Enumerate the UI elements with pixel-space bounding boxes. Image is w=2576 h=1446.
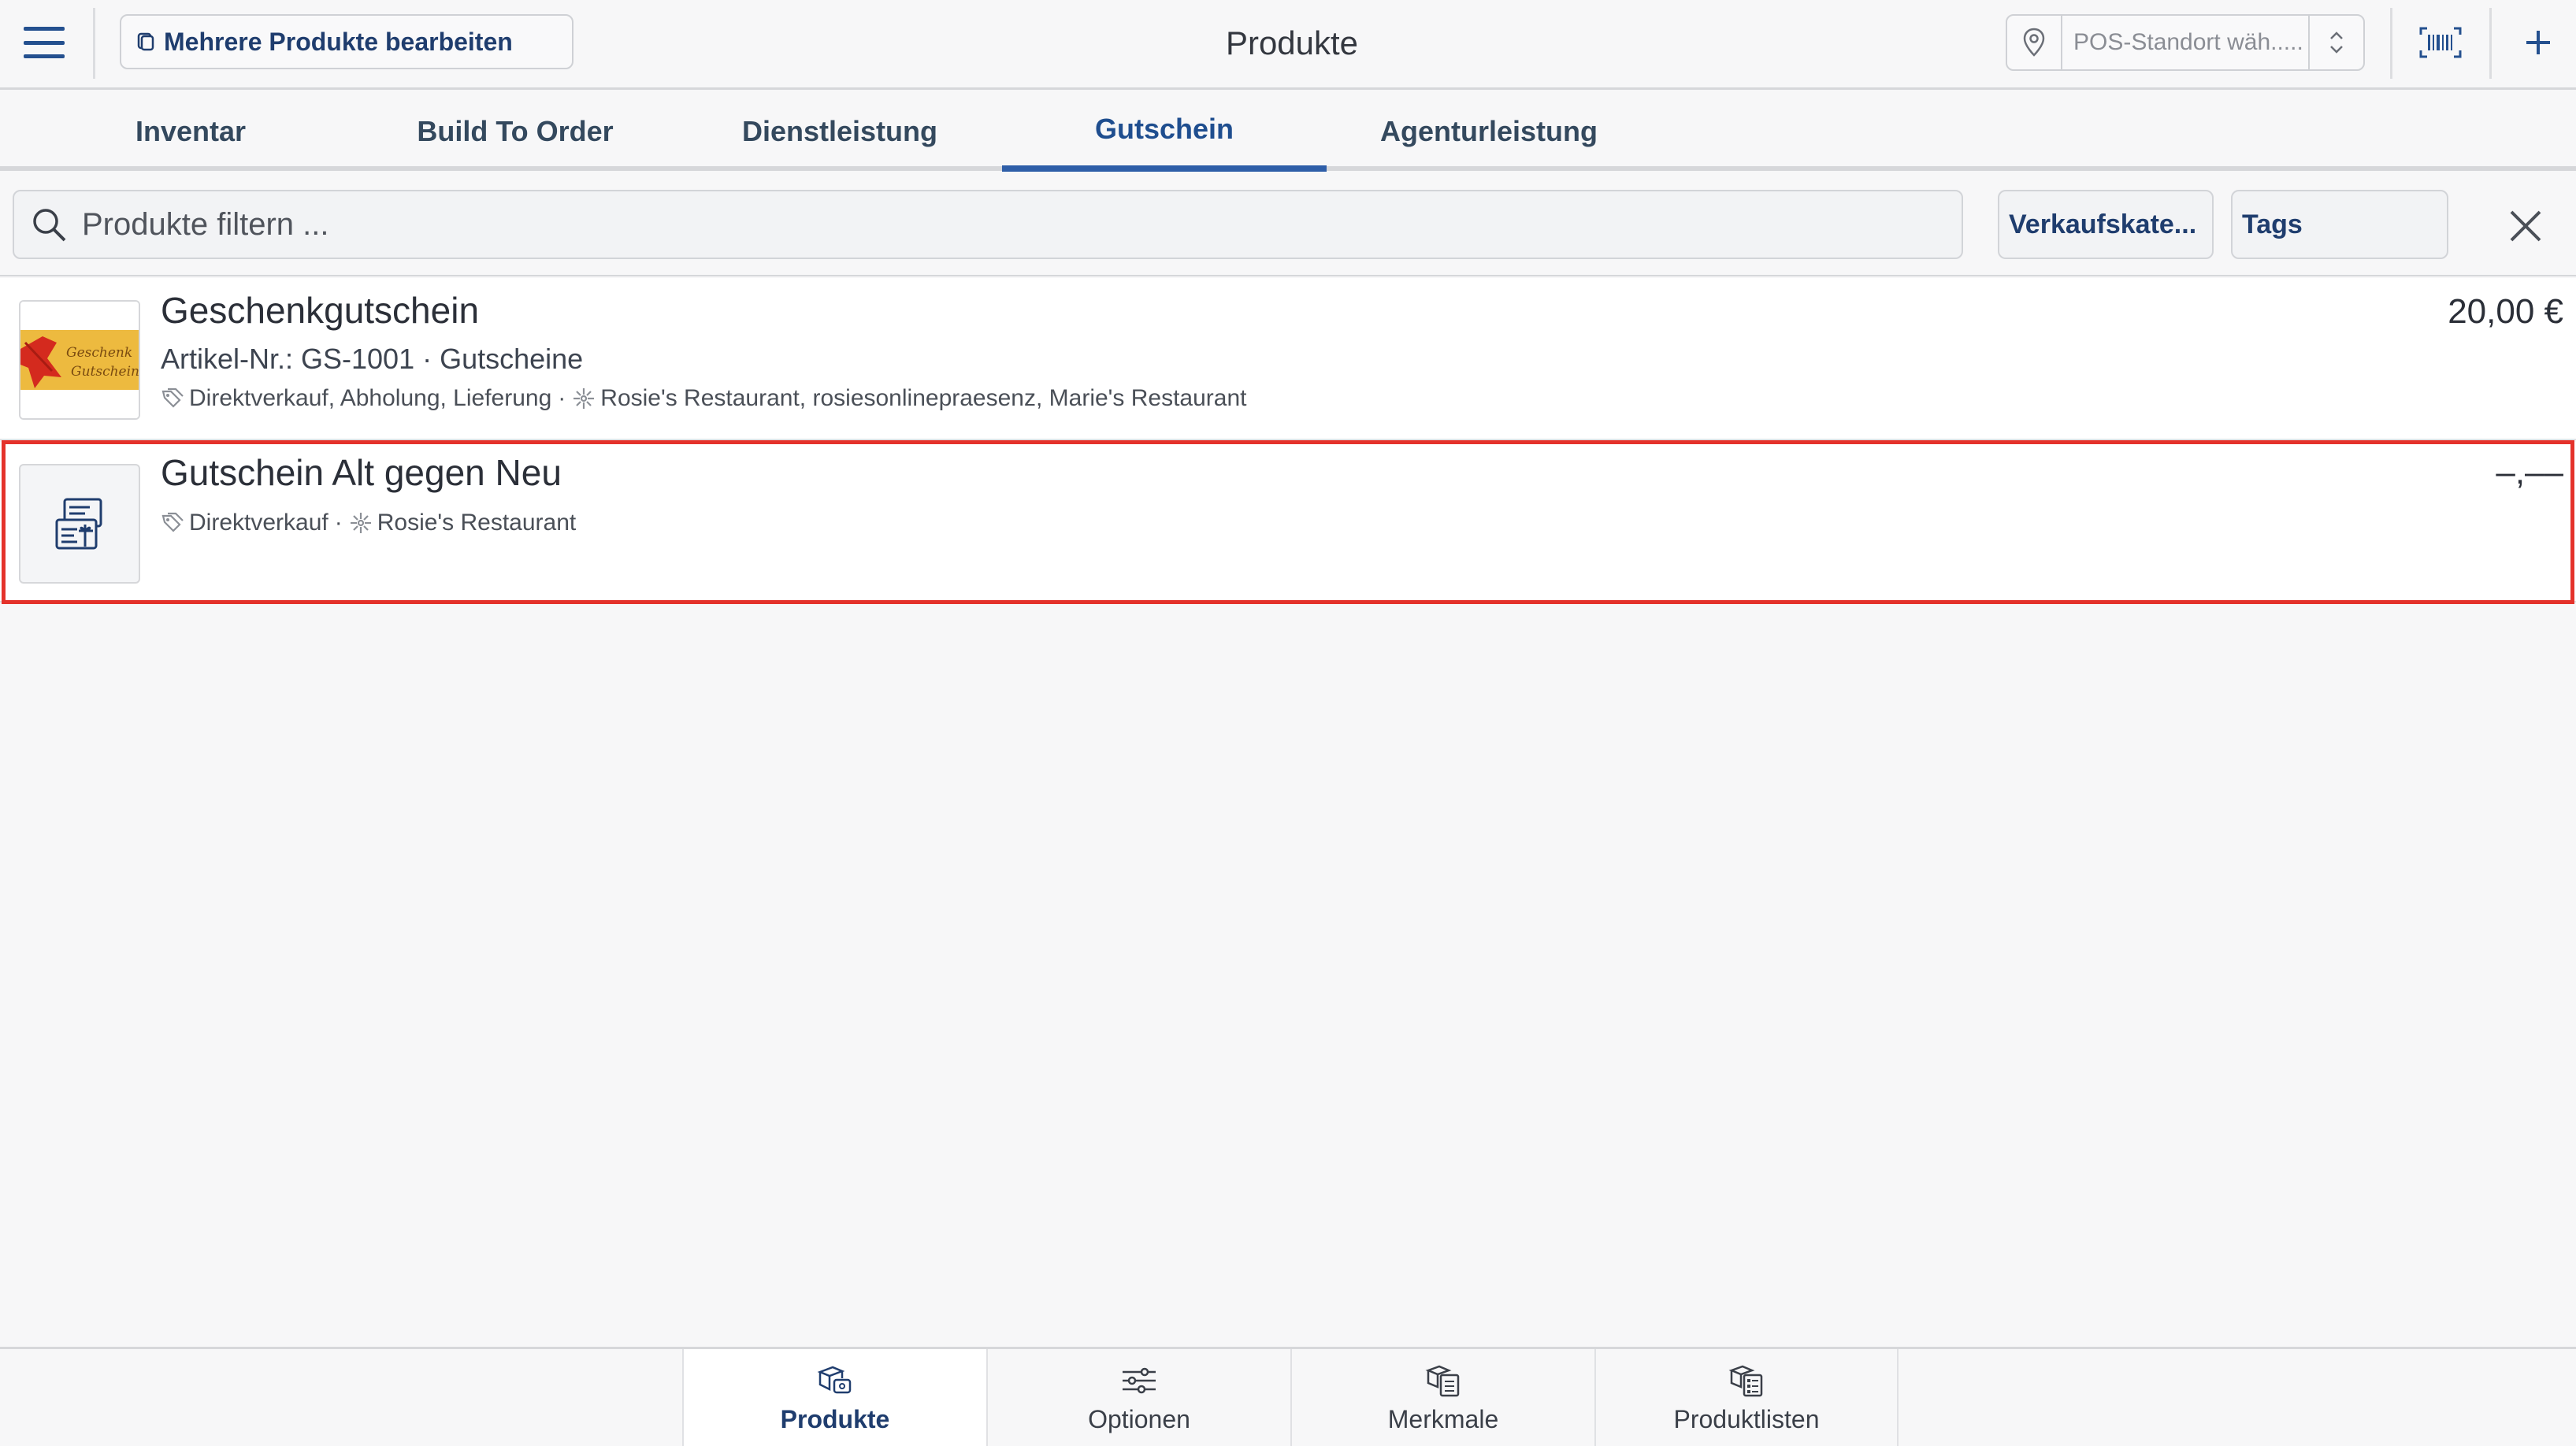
nav-label: Produktlisten <box>1673 1404 1820 1433</box>
features-icon <box>1425 1365 1460 1396</box>
tab-agenturleistung[interactable]: Agenturleistung <box>1327 92 1651 171</box>
chevron-up-down-icon <box>2308 16 2363 69</box>
header-divider <box>93 8 95 79</box>
location-network-icon <box>573 388 595 409</box>
list-item[interactable]: Gutschein Alt gegen Neu Direktverkauf · … <box>0 442 2576 602</box>
bulk-edit-button[interactable]: Mehrere Produkte bearbeiten <box>120 14 573 69</box>
tab-gutschein[interactable]: Gutschein <box>1002 92 1327 172</box>
location-network-icon <box>350 513 371 533</box>
tab-inventar[interactable]: Inventar <box>28 92 353 171</box>
sales-category-filter[interactable]: Verkaufskate... <box>1998 190 2214 259</box>
close-icon[interactable] <box>2505 206 2546 247</box>
product-thumbnail <box>19 464 140 584</box>
tab-build-to-order[interactable]: Build To Order <box>353 92 677 171</box>
search-box <box>13 190 1963 259</box>
pos-location-placeholder: POS-Standort wäh..... <box>2073 29 2303 55</box>
product-subtitle: Artikel-Nr.: GS-1001 · Gutscheine <box>161 343 584 375</box>
stack-icon <box>137 32 154 51</box>
product-price: 20,00 € <box>2448 292 2563 331</box>
bottom-navigation: Produkte Optionen Merkmale Produktlisten <box>0 1347 2576 1446</box>
nav-produkte[interactable]: Produkte <box>682 1349 986 1446</box>
page-title: Produkte <box>1225 24 1359 61</box>
tab-dienstleistung[interactable]: Dienstleistung <box>677 92 1002 171</box>
product-name: Gutschein Alt gegen Neu <box>161 452 562 493</box>
tags-icon <box>161 387 184 408</box>
search-icon <box>33 209 66 242</box>
voucher-icon <box>55 498 102 550</box>
product-name: Geschenkgutschein <box>161 290 480 331</box>
product-channels: Direktverkauf <box>189 510 328 536</box>
search-input[interactable] <box>82 206 1962 243</box>
location-pin-icon <box>2007 16 2062 69</box>
nav-produktlisten[interactable]: Produktlisten <box>1594 1349 1899 1446</box>
hamburger-menu-icon[interactable] <box>24 27 65 58</box>
nav-label: Merkmale <box>1387 1404 1499 1433</box>
product-type-tabs: Inventar Build To Order Dienstleistung G… <box>0 92 2576 172</box>
thumb-line-1: Geschenk <box>66 345 132 361</box>
products-icon <box>817 1366 852 1393</box>
meta-separator: · <box>334 510 343 536</box>
header-divider <box>2489 8 2492 79</box>
product-locations: Rosie's Restaurant <box>377 510 577 536</box>
thumb-line-2: Gutschein <box>71 364 139 380</box>
header-divider <box>2390 8 2392 79</box>
tags-filter[interactable]: Tags <box>2231 190 2448 259</box>
product-price: –,–– <box>2496 453 2563 491</box>
nav-label: Optionen <box>1088 1404 1190 1433</box>
product-meta: Direktverkauf · Rosie's Restaurant <box>161 510 576 536</box>
nav-merkmale[interactable]: Merkmale <box>1290 1349 1594 1446</box>
product-thumbnail: Geschenk Gutschein <box>19 300 140 420</box>
meta-separator: · <box>558 385 566 411</box>
product-lists-icon <box>1728 1365 1763 1396</box>
filter-bar: Verkaufskate... Tags <box>0 176 2576 276</box>
product-channels: Direktverkauf, Abholung, Lieferung <box>189 385 552 411</box>
sliders-icon <box>1123 1367 1156 1393</box>
nav-label: Produkte <box>780 1404 890 1433</box>
list-item[interactable]: Geschenk Gutschein Geschenkgutschein Art… <box>0 278 2576 440</box>
add-icon[interactable] <box>2518 22 2559 63</box>
pos-location-select[interactable]: POS-Standort wäh..... <box>2006 14 2365 71</box>
product-meta: Direktverkauf, Abholung, Lieferung · Ros… <box>161 385 1246 412</box>
nav-optionen[interactable]: Optionen <box>986 1349 1290 1446</box>
barcode-scanner-icon[interactable] <box>2417 22 2464 63</box>
tags-icon <box>161 512 184 532</box>
top-bar: Mehrere Produkte bearbeiten Produkte POS… <box>0 0 2576 90</box>
bulk-edit-label: Mehrere Produkte bearbeiten <box>164 27 513 56</box>
product-locations: Rosie's Restaurant, rosiesonlinepraesenz… <box>600 385 1247 411</box>
